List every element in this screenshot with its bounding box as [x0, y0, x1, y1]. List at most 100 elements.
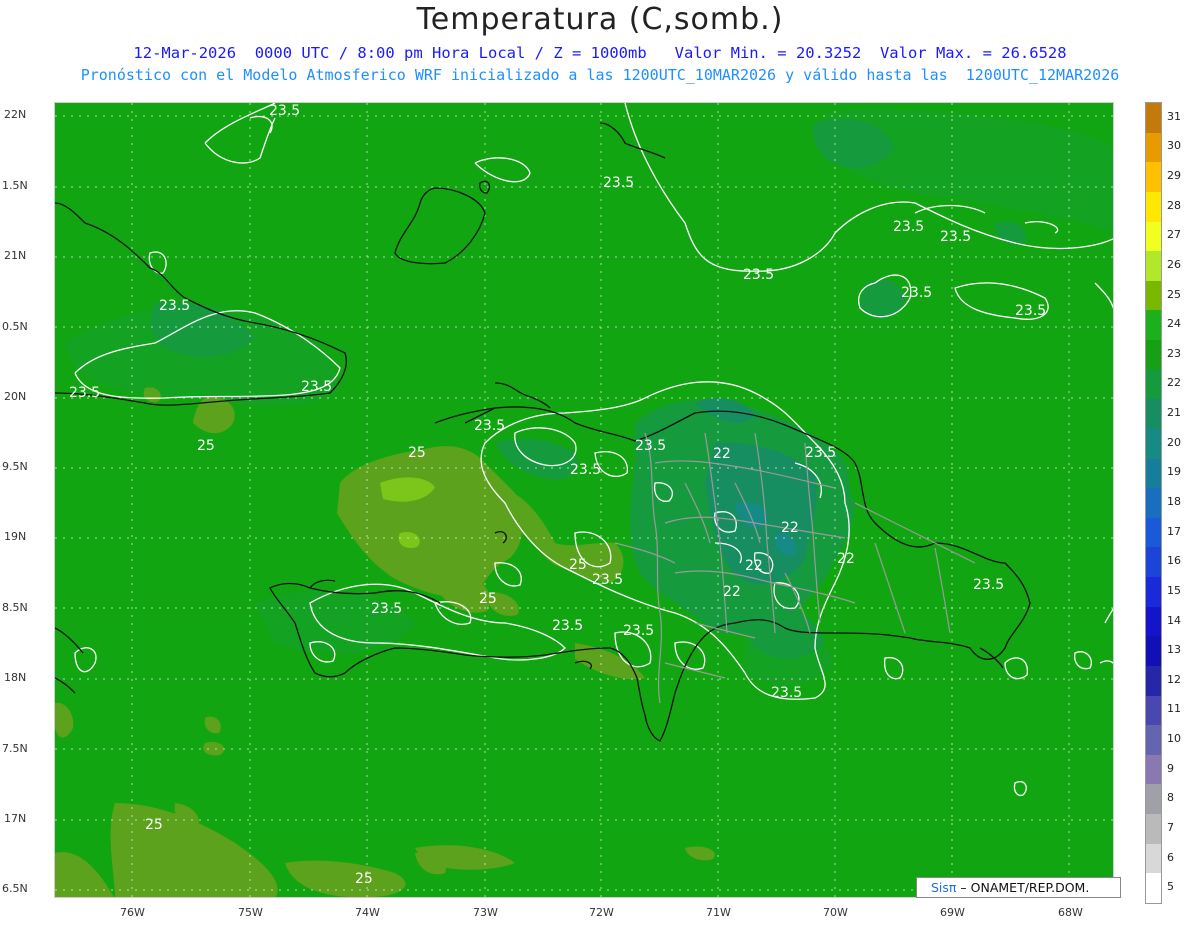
contour-label: 23.5	[623, 623, 654, 639]
contour-label: 23.5	[743, 267, 774, 283]
contour-lines	[74, 103, 1113, 797]
contour-label: 23.5	[635, 438, 666, 454]
contour-label: 25	[355, 871, 373, 887]
contour-label: 22	[837, 551, 855, 567]
contour-label: 22	[745, 558, 763, 574]
coastlines	[55, 122, 1031, 742]
contour-label: 22	[781, 520, 799, 536]
colorbar-swatch	[1146, 399, 1161, 430]
map-title: Temperatura (C,somb.)	[416, 2, 784, 37]
contour-label: 23.5	[592, 572, 623, 588]
lon-label: 74W	[355, 906, 380, 919]
contour-label-group: 23.5 23.5 23.5 23.5 23.5 23.5 23.5 23.5 …	[69, 103, 1046, 887]
colorbar-tick-label: 22	[1167, 376, 1181, 390]
colorbar-swatch	[1146, 191, 1161, 222]
colorbar-swatch	[1146, 784, 1161, 815]
subtitle-model-info: Pronóstico con el Modelo Atmosferico WRF…	[80, 66, 1120, 84]
colorbar-tick-label: 11	[1167, 702, 1181, 716]
contour-label: 25	[479, 591, 497, 607]
colorbar-swatch	[1146, 665, 1161, 696]
brand-logo-text: Sisπ	[931, 880, 957, 895]
colorbar-tick-label: 26	[1167, 257, 1181, 271]
colorbar-tick-label: 31	[1167, 109, 1181, 123]
colorbar-tick-label: 13	[1167, 643, 1181, 657]
contour-label: 23.5	[570, 462, 601, 478]
lat-label: 18N	[4, 671, 27, 684]
colorbar-swatch	[1146, 547, 1161, 578]
colorbar-swatch	[1146, 280, 1161, 311]
colorbar-tick-label: 18	[1167, 495, 1181, 508]
colorbar-swatch	[1146, 340, 1161, 371]
colorbar-swatch	[1146, 251, 1161, 282]
lat-label: 21N	[4, 249, 27, 262]
colorbar-swatch	[1146, 488, 1161, 519]
credit-org: – ONAMET/REP.DOM.	[956, 880, 1090, 895]
contour-label: 23.5	[973, 577, 1004, 593]
colorbar-tick-label: 19	[1167, 465, 1181, 479]
lat-label: 0.5N	[2, 320, 28, 333]
lat-label: 1.5N	[2, 179, 28, 192]
colorbar-swatch	[1146, 103, 1161, 133]
colorbar-tick-label: 6	[1167, 850, 1174, 864]
contour-label: 23.5	[893, 219, 924, 235]
colorbar-tick-label: 29	[1167, 169, 1181, 183]
colorbar-tick-label: 23	[1167, 346, 1181, 360]
contour-label: 23.5	[159, 298, 190, 314]
lon-label: 69W	[940, 906, 965, 919]
colorbar-swatch	[1146, 310, 1161, 341]
colorbar-swatch	[1146, 369, 1161, 400]
colorbar-tick-label: 27	[1167, 228, 1181, 242]
colorbar-tick-label: 14	[1167, 613, 1181, 627]
colorbar-tick-label: 7	[1167, 820, 1174, 834]
colorbar-tick-label: 8	[1167, 791, 1174, 805]
colorbar-swatch	[1146, 636, 1161, 667]
lat-label: 9.5N	[2, 460, 28, 473]
colorbar-tick-label: 24	[1167, 317, 1181, 331]
lat-label: 6.5N	[2, 882, 28, 895]
colorbar-tick-label: 28	[1167, 198, 1181, 212]
forecast-map: 23.5 23.5 23.5 23.5 23.5 23.5 23.5 23.5 …	[54, 102, 1114, 898]
colorbar-tick-label: 16	[1167, 554, 1181, 568]
colorbar-swatch	[1146, 754, 1161, 785]
colorbar-swatch	[1146, 814, 1161, 845]
colorbar-swatch	[1146, 458, 1161, 489]
lat-label: 20N	[4, 390, 27, 403]
contour-label: 23.5	[301, 379, 332, 395]
contour-label: 25	[408, 445, 426, 461]
lat-label: 22N	[4, 108, 27, 121]
contour-label: 25	[569, 557, 587, 573]
lon-label: 68W	[1058, 906, 1083, 919]
colorbar-tick-label: 9	[1167, 761, 1174, 775]
credit-box: Sisπ – ONAMET/REP.DOM.	[916, 877, 1121, 898]
lat-label: 17N	[4, 812, 27, 825]
contour-label: 23.5	[371, 601, 402, 617]
contour-label: 23.5	[552, 618, 583, 634]
colorbar-swatch	[1146, 725, 1161, 756]
colorbar-swatch	[1146, 517, 1161, 548]
colorbar-tick-label: 12	[1167, 672, 1181, 686]
colorbar-swatch	[1146, 162, 1161, 193]
colorbar-tick-label: 30	[1167, 139, 1181, 153]
lon-label: 71W	[706, 906, 731, 919]
colorbar-tick-label: 10	[1167, 732, 1181, 746]
colorbar-swatch	[1146, 132, 1161, 163]
lat-label: 8.5N	[2, 601, 28, 614]
lat-label: 7.5N	[2, 742, 28, 755]
colorbar-tick-label: 21	[1167, 406, 1181, 420]
contour-label: 23.5	[1015, 303, 1046, 319]
map-canvas: 23.5 23.5 23.5 23.5 23.5 23.5 23.5 23.5 …	[55, 103, 1113, 897]
contour-label: 23.5	[603, 175, 634, 191]
lon-label: 75W	[238, 906, 263, 919]
contour-label: 25	[197, 438, 215, 454]
colorbar-tick-label: 25	[1167, 287, 1181, 301]
colorbar-swatch	[1146, 577, 1161, 608]
colorbar-swatch	[1146, 873, 1161, 904]
colorbar-swatch	[1146, 606, 1161, 637]
temperature-colorbar	[1145, 102, 1162, 904]
colorbar-tick-label: 5	[1167, 880, 1174, 894]
colorbar-tick-label: 17	[1167, 524, 1181, 538]
contour-label: 23.5	[940, 229, 971, 245]
colorbar-swatch	[1146, 428, 1161, 459]
contour-label: 22	[713, 446, 731, 462]
colorbar-swatch	[1146, 221, 1161, 252]
